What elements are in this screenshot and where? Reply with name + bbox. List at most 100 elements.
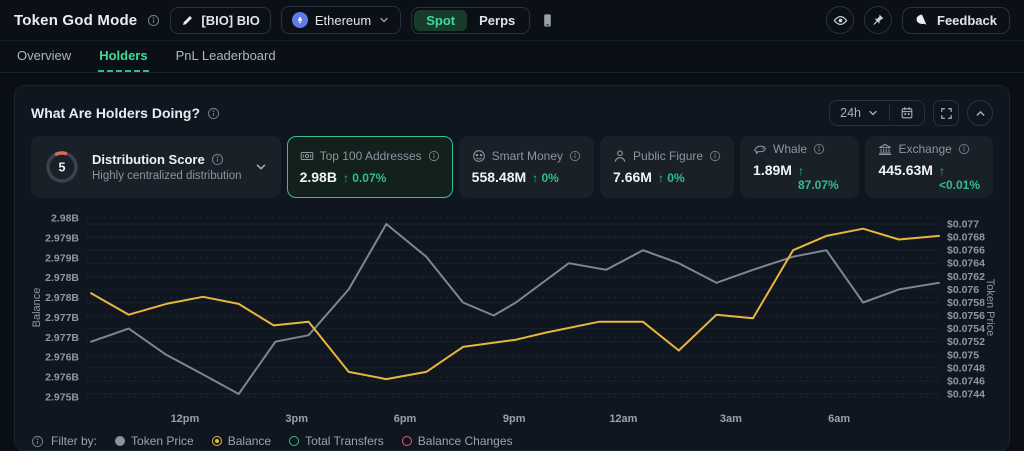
left-axis-tick: 2.979B <box>45 232 79 244</box>
chat-icon <box>916 14 927 25</box>
info-icon <box>211 153 223 166</box>
token-select-button[interactable]: [BIO] BIO <box>170 6 271 34</box>
stat-value: 445.63M <box>878 162 933 178</box>
right-axis-tick: $0.077 <box>947 219 979 231</box>
info-icon <box>207 107 220 120</box>
collapse-button[interactable] <box>967 100 993 126</box>
stat-change: ↑ 0.07% <box>342 171 387 185</box>
holders-chart[interactable]: $0.077 $0.0768 $0.0766 $0.0764 $0.0762 $0.076… <box>31 204 995 428</box>
fullscreen-icon <box>940 107 953 120</box>
info-icon <box>709 150 721 162</box>
feedback-button[interactable]: Feedback <box>902 6 1010 34</box>
info-icon <box>428 150 440 162</box>
stat-card-top-100-addresses[interactable]: Top 100 Addresses 2.98B ↑ 0.07% <box>286 136 453 198</box>
info-icon <box>958 143 970 155</box>
timeframe-dropdown[interactable]: 24h <box>830 106 889 120</box>
stat-label: Distribution Score <box>92 152 205 167</box>
legend-dot <box>289 436 300 446</box>
left-axis-tick: 2.978B <box>45 272 79 284</box>
right-axis-tick: $0.0744 <box>947 389 985 401</box>
calendar-button[interactable] <box>890 106 924 120</box>
x-axis-tick: 6am <box>828 413 850 425</box>
chevron-down-icon <box>378 14 390 26</box>
info-icon <box>569 150 581 162</box>
x-axis-tick: 3am <box>720 413 742 425</box>
left-axis-tick: 2.976B <box>45 352 79 364</box>
filter-option-balance[interactable]: Balance <box>211 434 271 448</box>
info-icon <box>813 143 825 155</box>
legend-dot <box>115 436 126 446</box>
whale-icon <box>754 145 766 155</box>
person-icon <box>614 150 626 162</box>
stat-label: Top 100 Addresses <box>319 149 422 163</box>
pin-icon <box>871 13 885 27</box>
holders-chart-svg: $0.077$0.0768$0.0766$0.0764$0.0762$0.076… <box>31 213 995 426</box>
tab-overview[interactable]: Overview <box>16 41 72 72</box>
stat-change: ↑ 87.07% <box>797 164 839 192</box>
filter-option-token-price[interactable]: Token Price <box>115 434 194 448</box>
legend-label: Balance Changes <box>417 434 513 448</box>
stat-value: 7.66M <box>613 169 652 185</box>
left-axis-tick: 2.98B <box>51 213 79 225</box>
info-icon <box>148 14 160 26</box>
chevron-down-icon[interactable] <box>254 160 268 174</box>
score-gauge: 5 <box>46 151 78 183</box>
stat-change: ↑ 0% <box>657 171 685 185</box>
watch-button[interactable] <box>826 6 855 34</box>
distribution-score-card[interactable]: 5 Distribution Score Highly centralized di… <box>31 136 281 198</box>
filter-option-balance-changes[interactable]: Balance Changes <box>401 434 513 448</box>
right-axis-tick: $0.0762 <box>947 271 985 283</box>
stat-value: 1.89M <box>753 162 792 178</box>
chevron-down-icon <box>867 107 879 119</box>
stat-label: Whale <box>773 142 808 156</box>
filter-by-label: Filter by: <box>51 434 98 448</box>
info-icon <box>31 435 44 447</box>
info-icon <box>813 143 825 155</box>
token-price-line <box>90 223 940 395</box>
right-axis-tick: $0.0756 <box>947 310 985 322</box>
tab-holders[interactable]: Holders <box>98 41 149 72</box>
pin-button[interactable] <box>864 6 893 34</box>
filter-option-total-transfers[interactable]: Total Transfers <box>289 434 384 448</box>
ethereum-icon <box>291 12 308 28</box>
right-axis-tick: $0.0748 <box>947 362 985 374</box>
x-axis-tick: 6pm <box>394 413 417 425</box>
mobile-icon[interactable] <box>540 13 555 28</box>
network-select-button[interactable]: Ethereum <box>280 6 402 34</box>
stat-subtitle: Highly centralized distribution <box>92 170 242 182</box>
legend-label: Total Transfers <box>305 434 384 448</box>
svg-text:5: 5 <box>59 161 66 175</box>
fullscreen-icon <box>940 107 952 119</box>
stat-card-exchange[interactable]: Exchange 445.63M ↑ <0.01% <box>865 136 993 198</box>
stat-card-smart-money[interactable]: Smart Money 558.48M ↑ 0% <box>458 136 595 198</box>
left-axis-title: Balance <box>31 288 43 328</box>
chevron-down-icon <box>256 164 265 170</box>
info-icon <box>31 435 44 448</box>
right-axis-tick: $0.0766 <box>947 245 985 257</box>
spot-tab[interactable]: Spot <box>414 9 468 31</box>
info-icon <box>569 150 581 162</box>
legend-dot <box>211 436 222 446</box>
info-icon <box>207 107 220 119</box>
panel-title: What Are Holders Doing? <box>31 105 201 121</box>
holders-panel: What Are Holders Doing? 24h 5 Distributio… <box>14 85 1010 451</box>
top-bar: Token God Mode [BIO] BIO Ethereum Spot P… <box>0 0 1024 40</box>
mobile-icon <box>544 13 552 27</box>
timeframe-group: 24h <box>829 100 925 126</box>
info-icon <box>709 150 721 162</box>
chat-bubble-icon <box>915 13 929 27</box>
smart-money-icon <box>472 150 485 162</box>
stat-card-whale[interactable]: Whale 1.89M ↑ 87.07% <box>740 136 860 198</box>
right-axis-tick: $0.0752 <box>947 336 985 348</box>
fullscreen-button[interactable] <box>933 100 959 126</box>
tab-pnl-leaderboard[interactable]: PnL Leaderboard <box>175 41 277 72</box>
right-axis-title: Token Price <box>984 279 995 336</box>
stat-card-public-figure[interactable]: Public Figure 7.66M ↑ 0% <box>600 136 735 198</box>
perps-tab[interactable]: Perps <box>467 10 527 31</box>
left-axis-tick: 2.976B <box>45 372 79 384</box>
bank-icon <box>879 143 892 155</box>
chart-filter-row: Filter by: Token Price Balance Total Trans… <box>31 430 993 451</box>
stat-value: 558.48M <box>471 169 527 185</box>
pencil-icon <box>181 14 194 27</box>
info-icon <box>147 14 160 27</box>
